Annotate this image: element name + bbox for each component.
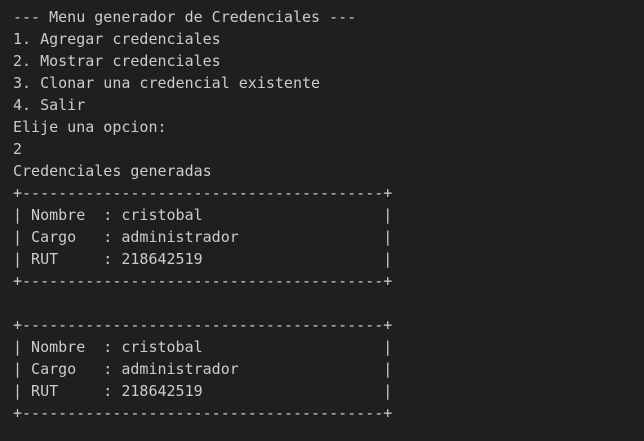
card-top-border: +---------------------------------------… [13, 184, 393, 202]
menu-option-show-credentials: 2. Mostrar credenciales [13, 52, 221, 70]
prompt-line: Elije una opcion: [13, 118, 167, 136]
menu-option-add-credentials: 1. Agregar credenciales [13, 30, 221, 48]
card-rut-row: | RUT : 218642519 | [13, 382, 393, 400]
menu-option-exit: 4. Salir [13, 96, 86, 114]
credential-card-1: +---------------------------------------… [13, 182, 644, 292]
menu-option-clone-credential: 3. Clonar una credencial existente [13, 74, 321, 92]
card-rut-row: | RUT : 218642519 | [13, 250, 393, 268]
card-role-row: | Cargo : administrador | [13, 228, 393, 246]
terminal-output[interactable]: --- Menu generador de Credenciales --- 1… [0, 0, 644, 441]
user-input-line: 2 [13, 140, 23, 158]
section-heading-line: Credenciales generadas [13, 162, 212, 180]
card-name-row: | Nombre : cristobal | [13, 338, 393, 356]
card-bottom-border: +---------------------------------------… [13, 272, 393, 290]
menu-title-line: --- Menu generador de Credenciales --- [13, 8, 357, 26]
card-bottom-border: +---------------------------------------… [13, 404, 393, 422]
credential-card-2: +---------------------------------------… [13, 314, 644, 424]
card-top-border: +---------------------------------------… [13, 316, 393, 334]
card-name-row: | Nombre : cristobal | [13, 206, 393, 224]
card-role-row: | Cargo : administrador | [13, 360, 393, 378]
